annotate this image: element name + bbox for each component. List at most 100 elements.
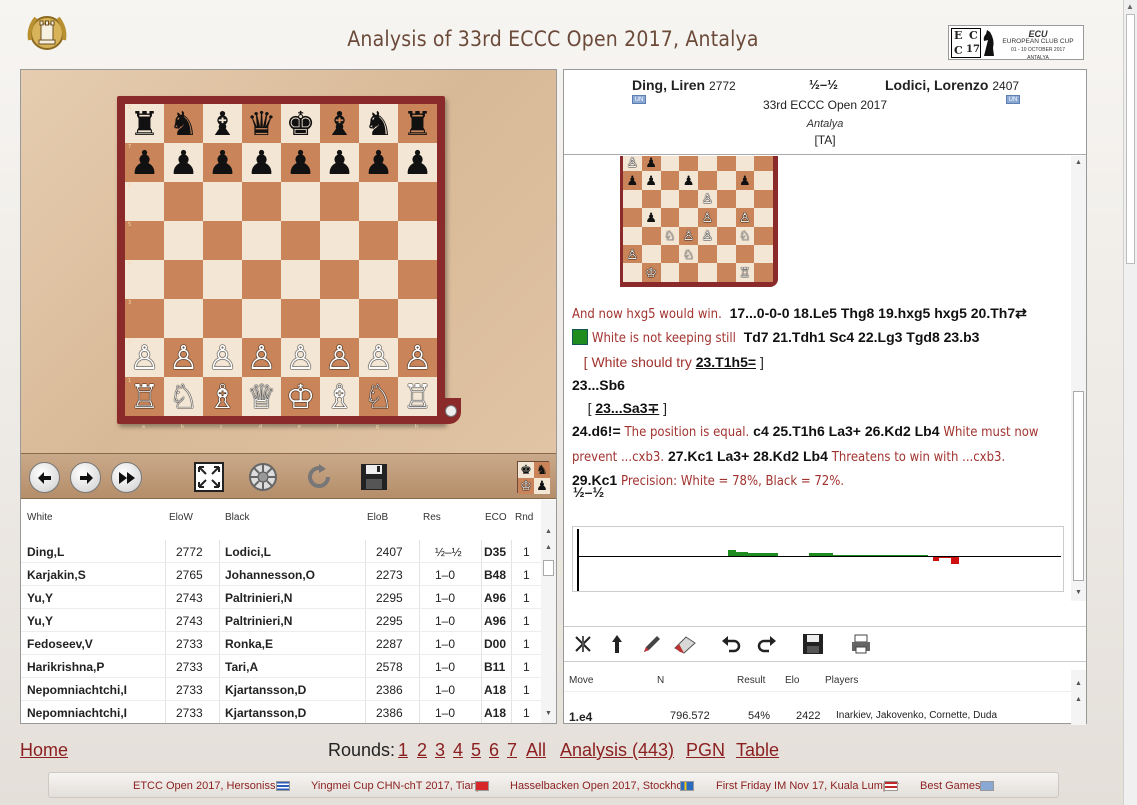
- move-text[interactable]: 24.d6!=: [572, 423, 621, 439]
- board-square[interactable]: [164, 221, 203, 260]
- board-square[interactable]: ♜ 8: [125, 104, 164, 143]
- board-square[interactable]: ♞: [164, 104, 203, 143]
- eccc-logo[interactable]: E C C 17 ECU EUROPEAN CLUB CUP 01 - 10 O…: [948, 25, 1084, 61]
- board-square[interactable]: ♟: [398, 143, 437, 182]
- col-move[interactable]: Move: [569, 675, 593, 686]
- board-square[interactable]: ♚: [281, 104, 320, 143]
- board-square[interactable]: [203, 260, 242, 299]
- board-square[interactable]: ♖ 1: [125, 377, 164, 416]
- redo-button[interactable]: [754, 631, 780, 657]
- back-button[interactable]: [29, 462, 60, 493]
- round-link-2[interactable]: 2: [417, 740, 427, 761]
- promote-variation-button[interactable]: [604, 631, 630, 657]
- board-square[interactable]: [242, 299, 281, 338]
- board-square[interactable]: ♗: [203, 377, 242, 416]
- board-square[interactable]: 5: [125, 221, 164, 260]
- chess-piece[interactable]: ♛: [247, 107, 277, 140]
- board-square[interactable]: ♟ 7: [125, 143, 164, 182]
- chess-piece[interactable]: ♟: [208, 146, 238, 179]
- chess-piece[interactable]: ♟: [364, 146, 394, 179]
- undo-button[interactable]: [718, 631, 744, 657]
- delete-variation-button[interactable]: [570, 631, 596, 657]
- col-elob[interactable]: EloB: [367, 512, 388, 523]
- chess-piece[interactable]: ♗: [208, 380, 238, 413]
- chess-piece[interactable]: ♙: [130, 341, 160, 374]
- board-square[interactable]: ♝: [203, 104, 242, 143]
- col-elo[interactable]: Elo: [785, 675, 799, 686]
- scroll-up-icon[interactable]: ▲: [1075, 680, 1082, 687]
- board-square[interactable]: 3: [125, 299, 164, 338]
- round-link-6[interactable]: 6: [489, 740, 499, 761]
- col-black[interactable]: Black: [225, 512, 249, 523]
- chess-piece[interactable]: ♘: [364, 380, 394, 413]
- home-link[interactable]: Home: [20, 740, 68, 761]
- board-square[interactable]: [398, 221, 437, 260]
- chess-piece[interactable]: ♜: [130, 107, 160, 140]
- event-link-tianjin[interactable]: Yingmei Cup CHN-chT 2017, Tianjin: [311, 780, 488, 792]
- table-row[interactable]: Nepomniachtchi,I 2733 Kjartansson,D 2386 1–0…: [21, 678, 541, 701]
- scroll-down-icon[interactable]: ▼: [545, 710, 552, 717]
- games-table-scrollbar[interactable]: ▲ ▲ ▼: [541, 500, 556, 723]
- round-link-1[interactable]: 1: [398, 740, 408, 761]
- best-games-link[interactable]: Best Games: [920, 780, 981, 792]
- board-square[interactable]: [203, 221, 242, 260]
- variation-move[interactable]: 23.T1h5=: [696, 354, 756, 370]
- chess-board[interactable]: ♜ 8 ♞ ♝ ♛ ♚ ♝ ♞ ♜ ♟ 7 ♟ ♟ ♟ ♟ ♟ ♟ ♟ 6 5 4 3 ♙ 2 ♙ ♙ ♙ ♙ ♙ ♙ ♙ ♖ 1 ♘ ♗ ♕ ♔ ♗ ♘ ♖…: [125, 104, 437, 430]
- pgn-link[interactable]: PGN: [686, 740, 725, 761]
- chess-piece[interactable]: ♔: [286, 380, 316, 413]
- fast-forward-button[interactable]: [111, 462, 142, 493]
- board-square[interactable]: [281, 299, 320, 338]
- board-square[interactable]: [242, 260, 281, 299]
- board-square[interactable]: [320, 182, 359, 221]
- page-scrollbar[interactable]: ▲: [1123, 0, 1137, 805]
- col-rnd[interactable]: Rnd: [515, 512, 533, 523]
- board-square[interactable]: ♙: [281, 338, 320, 377]
- chess-piece[interactable]: ♟: [403, 146, 433, 179]
- board-square[interactable]: [164, 182, 203, 221]
- board-square[interactable]: [281, 221, 320, 260]
- board-square[interactable]: ♛: [242, 104, 281, 143]
- chess-piece[interactable]: ♝: [208, 107, 238, 140]
- forward-button[interactable]: [70, 462, 101, 493]
- notation-scrollbar[interactable]: ▲ ▼: [1071, 156, 1086, 601]
- board-square[interactable]: ♗: [320, 377, 359, 416]
- board-square[interactable]: [242, 221, 281, 260]
- chess-piece[interactable]: ♞: [169, 107, 199, 140]
- board-square[interactable]: [242, 182, 281, 221]
- engine-button[interactable]: [247, 461, 279, 493]
- board-square[interactable]: ♜: [398, 104, 437, 143]
- save-notation-button[interactable]: [800, 631, 826, 657]
- board-square[interactable]: ♙: [398, 338, 437, 377]
- chess-piece[interactable]: ♟: [169, 146, 199, 179]
- scroll-up-icon[interactable]: ▲: [545, 544, 552, 551]
- board-square[interactable]: [320, 221, 359, 260]
- round-link-3[interactable]: 3: [435, 740, 445, 761]
- scroll-up-icon[interactable]: ▲: [1126, 2, 1134, 11]
- board-square[interactable]: [281, 260, 320, 299]
- chess-piece[interactable]: ♙: [208, 341, 238, 374]
- table-row[interactable]: Nepomniachtchi,I 2733 Kjartansson,D 2386 1–0…: [21, 701, 541, 723]
- board-square[interactable]: ♙ 2: [125, 338, 164, 377]
- chess-piece[interactable]: ♖: [403, 380, 433, 413]
- opening-book-row[interactable]: 1.e4 796.572 54% 2422 Inarkiev, Jakovenk…: [564, 708, 1072, 725]
- notation-scroll-thumb[interactable]: [1073, 391, 1084, 581]
- board-square[interactable]: [359, 221, 398, 260]
- col-players[interactable]: Players: [825, 675, 858, 686]
- board-square[interactable]: [203, 182, 242, 221]
- board-square[interactable]: [320, 299, 359, 338]
- annotate-button[interactable]: [639, 631, 665, 657]
- board-square[interactable]: ♘: [164, 377, 203, 416]
- fullscreen-button[interactable]: [193, 461, 225, 493]
- chess-piece[interactable]: ♟: [325, 146, 355, 179]
- scroll-up-icon[interactable]: ▲: [1075, 696, 1082, 703]
- board-square[interactable]: [164, 260, 203, 299]
- scroll-up-icon[interactable]: ▲: [1075, 159, 1082, 166]
- col-result[interactable]: Result: [737, 675, 765, 686]
- save-button[interactable]: [358, 461, 390, 493]
- board-square[interactable]: 6: [125, 182, 164, 221]
- chess-piece[interactable]: ♜: [403, 107, 433, 140]
- page-scroll-thumb[interactable]: [1126, 14, 1135, 264]
- board-square[interactable]: ♕: [242, 377, 281, 416]
- board-square[interactable]: ♟: [203, 143, 242, 182]
- variation-move[interactable]: 23...Sa3∓: [595, 400, 659, 416]
